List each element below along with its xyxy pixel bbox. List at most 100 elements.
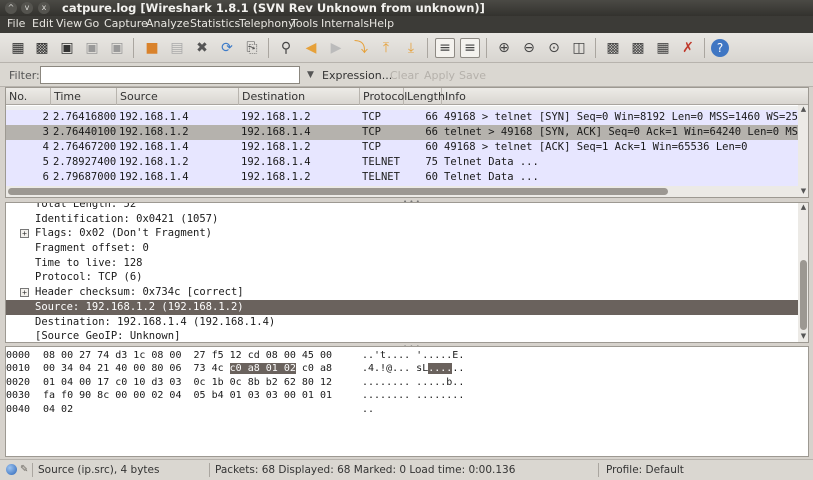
capture-comment-icon[interactable]: ✎	[20, 464, 28, 475]
packet-row[interactable]: 2 2.76416800 192.168.1.4 192.168.1.2 TCP 66 49…	[6, 110, 808, 125]
column-time[interactable]: Time	[51, 88, 117, 105]
detail-line[interactable]: Destination: 192.168.1.4 (192.168.1.4)	[6, 315, 798, 330]
horizontal-scroll-thumb[interactable]	[8, 188, 668, 195]
packet-row[interactable]: 5 2.78927400 192.168.1.2 192.168.1.4 TELNET 7…	[6, 155, 808, 170]
go-back-icon[interactable]: ◀	[301, 38, 321, 58]
menu-tools[interactable]: Tools	[291, 17, 318, 30]
detail-line[interactable]: Fragment offset: 0	[6, 241, 798, 256]
preferences-icon[interactable]: ✗	[678, 38, 698, 58]
detail-line[interactable]: Time to live: 128	[6, 256, 798, 271]
reload-icon[interactable]: ⟳	[217, 38, 237, 58]
detail-line[interactable]: + Header checksum: 0x734c [correct]	[6, 285, 798, 300]
byte-ascii[interactable]: .4.!@... sL......	[362, 362, 464, 375]
column-protocol[interactable]: Protocol	[360, 88, 407, 105]
close-file-icon[interactable]: ✖	[192, 38, 212, 58]
column-length[interactable]: Length	[404, 88, 445, 105]
zoom-normal-icon[interactable]: ⊙	[544, 38, 564, 58]
find-packet-icon[interactable]: ⚲	[276, 38, 296, 58]
apply-button[interactable]: Apply	[424, 69, 455, 82]
detail-line[interactable]: Protocol: TCP (6)	[6, 270, 798, 285]
column-destination[interactable]: Destination	[239, 88, 360, 105]
detail-line[interactable]: Source: 192.168.1.2 (192.168.1.2)	[6, 299, 798, 315]
detail-text: Fragment offset: 0	[35, 242, 149, 255]
menu-view[interactable]: View	[56, 17, 82, 30]
scroll-down-icon[interactable]: ▼	[798, 332, 808, 342]
menu-go[interactable]: Go	[84, 17, 99, 30]
go-forward-icon[interactable]: ▶	[326, 38, 346, 58]
display-filter-input[interactable]	[40, 66, 300, 84]
expand-icon[interactable]: +	[20, 288, 29, 298]
packet-list-horizontal-scrollbar[interactable]	[6, 186, 798, 197]
byte-hex[interactable]: 01 04 00 17 c0 10 d3 03 0c 1b 0c 8b b2 6…	[43, 376, 332, 389]
capture-filters-icon[interactable]: ▩	[603, 38, 623, 58]
last-packet-icon[interactable]: ⤓	[401, 38, 421, 58]
ascii-segment: ........ ........	[362, 390, 465, 402]
zoom-out-icon[interactable]: ⊖	[519, 38, 539, 58]
clear-button[interactable]: Clear	[390, 69, 419, 82]
stop-capture-icon[interactable]: ▣	[82, 38, 102, 58]
detail-line[interactable]: [Source GeoIP: Unknown]	[6, 329, 798, 342]
start-capture-icon[interactable]: ▣	[57, 38, 77, 58]
byte-hex[interactable]: 00 34 04 21 40 00 80 06 73 4c c0 a8 01 0…	[43, 362, 332, 375]
open-file-icon[interactable]: ■	[142, 38, 162, 58]
interfaces-icon[interactable]: ▦	[8, 38, 28, 58]
expand-icon[interactable]: +	[20, 229, 29, 239]
packet-bytes-pane: 0000 08 00 27 74 d3 1c 08 00 27 f5 12 cd …	[5, 346, 809, 457]
column-source[interactable]: Source	[117, 88, 239, 105]
menu-internals[interactable]: Internals	[321, 17, 369, 30]
expression-button[interactable]: Expression...	[322, 69, 392, 82]
byte-ascii[interactable]: ........ .....b..	[362, 376, 464, 389]
help-icon[interactable]: ?	[711, 39, 729, 57]
packet-row[interactable]: 6 2.79687000 192.168.1.4 192.168.1.2 TELNET 6…	[6, 170, 808, 185]
window-minimize-button[interactable]: ^	[5, 2, 17, 14]
window-maximize-button[interactable]: v	[21, 2, 33, 14]
scroll-up-icon[interactable]: ▲	[798, 105, 808, 115]
save-filter-button[interactable]: Save	[459, 69, 486, 82]
save-file-icon[interactable]: ▤	[167, 38, 187, 58]
resize-columns-icon[interactable]: ◫	[569, 38, 589, 58]
details-vertical-scrollbar[interactable]: ▲ ▼	[798, 203, 808, 342]
menu-telephony[interactable]: Telephony	[239, 17, 295, 30]
menu-statistics[interactable]: Statistics	[190, 17, 240, 30]
byte-ascii[interactable]: ..	[362, 403, 374, 416]
byte-hex[interactable]: 04 02	[43, 403, 73, 416]
menu-capture[interactable]: Capture	[104, 17, 148, 30]
capture-options-icon[interactable]: ▩	[32, 38, 52, 58]
byte-ascii[interactable]: ..'t.... '.....E.	[362, 349, 464, 362]
colorize-icon[interactable]: ≡	[435, 38, 455, 58]
coloring-rules-icon[interactable]: ▦	[653, 38, 673, 58]
byte-ascii[interactable]: ........ ........	[362, 389, 464, 402]
highlighted-bytes: c0 a8 01 02	[229, 363, 296, 375]
scroll-up-icon[interactable]: ▲	[798, 203, 808, 213]
menu-help[interactable]: Help	[369, 17, 394, 30]
display-filters-icon[interactable]: ▩	[628, 38, 648, 58]
details-scroll-thumb[interactable]	[800, 260, 807, 330]
restart-capture-icon[interactable]: ▣	[107, 38, 127, 58]
print-icon[interactable]: ⎘	[242, 38, 262, 58]
column-info[interactable]: Info	[442, 88, 798, 105]
auto-scroll-icon[interactable]: ≡	[460, 38, 480, 58]
byte-hex[interactable]: 08 00 27 74 d3 1c 08 00 27 f5 12 cd 08 0…	[43, 349, 332, 362]
byte-hex[interactable]: fa f0 90 8c 00 00 02 04 05 b4 01 03 03 0…	[43, 389, 332, 402]
packet-row[interactable]: 3 2.76440100 192.168.1.2 192.168.1.4 TCP 66 te…	[6, 125, 808, 140]
packet-list-vertical-scrollbar[interactable]: ▲ ▼	[798, 105, 808, 197]
status-profile[interactable]: Profile: Default	[606, 464, 684, 476]
scroll-down-icon[interactable]: ▼	[798, 187, 808, 197]
first-packet-icon[interactable]: ⤒	[376, 38, 396, 58]
byte-offset: 0000	[6, 350, 31, 361]
ascii-segment: ..	[452, 363, 465, 375]
window-close-button[interactable]: x	[38, 2, 50, 14]
packet-row[interactable]: 4 2.76467200 192.168.1.4 192.168.1.2 TCP 60 49…	[6, 140, 808, 155]
detail-line[interactable]: Identification: 0x0421 (1057)	[6, 212, 798, 227]
cell-dst: 192.168.1.4	[241, 156, 311, 168]
filter-dropdown-icon[interactable]: ▼	[303, 66, 318, 84]
detail-line[interactable]: Total Length: 52	[6, 203, 798, 212]
zoom-in-icon[interactable]: ⊕	[494, 38, 514, 58]
menu-analyze[interactable]: Analyze	[146, 17, 189, 30]
column-no[interactable]: No.	[6, 88, 51, 105]
detail-line[interactable]: + Flags: 0x02 (Don't Fragment)	[6, 226, 798, 241]
expert-info-icon[interactable]	[6, 464, 17, 475]
menu-file[interactable]: File	[7, 17, 25, 30]
menu-edit[interactable]: Edit	[32, 17, 53, 30]
go-to-packet-icon[interactable]: ⤵	[351, 38, 371, 58]
